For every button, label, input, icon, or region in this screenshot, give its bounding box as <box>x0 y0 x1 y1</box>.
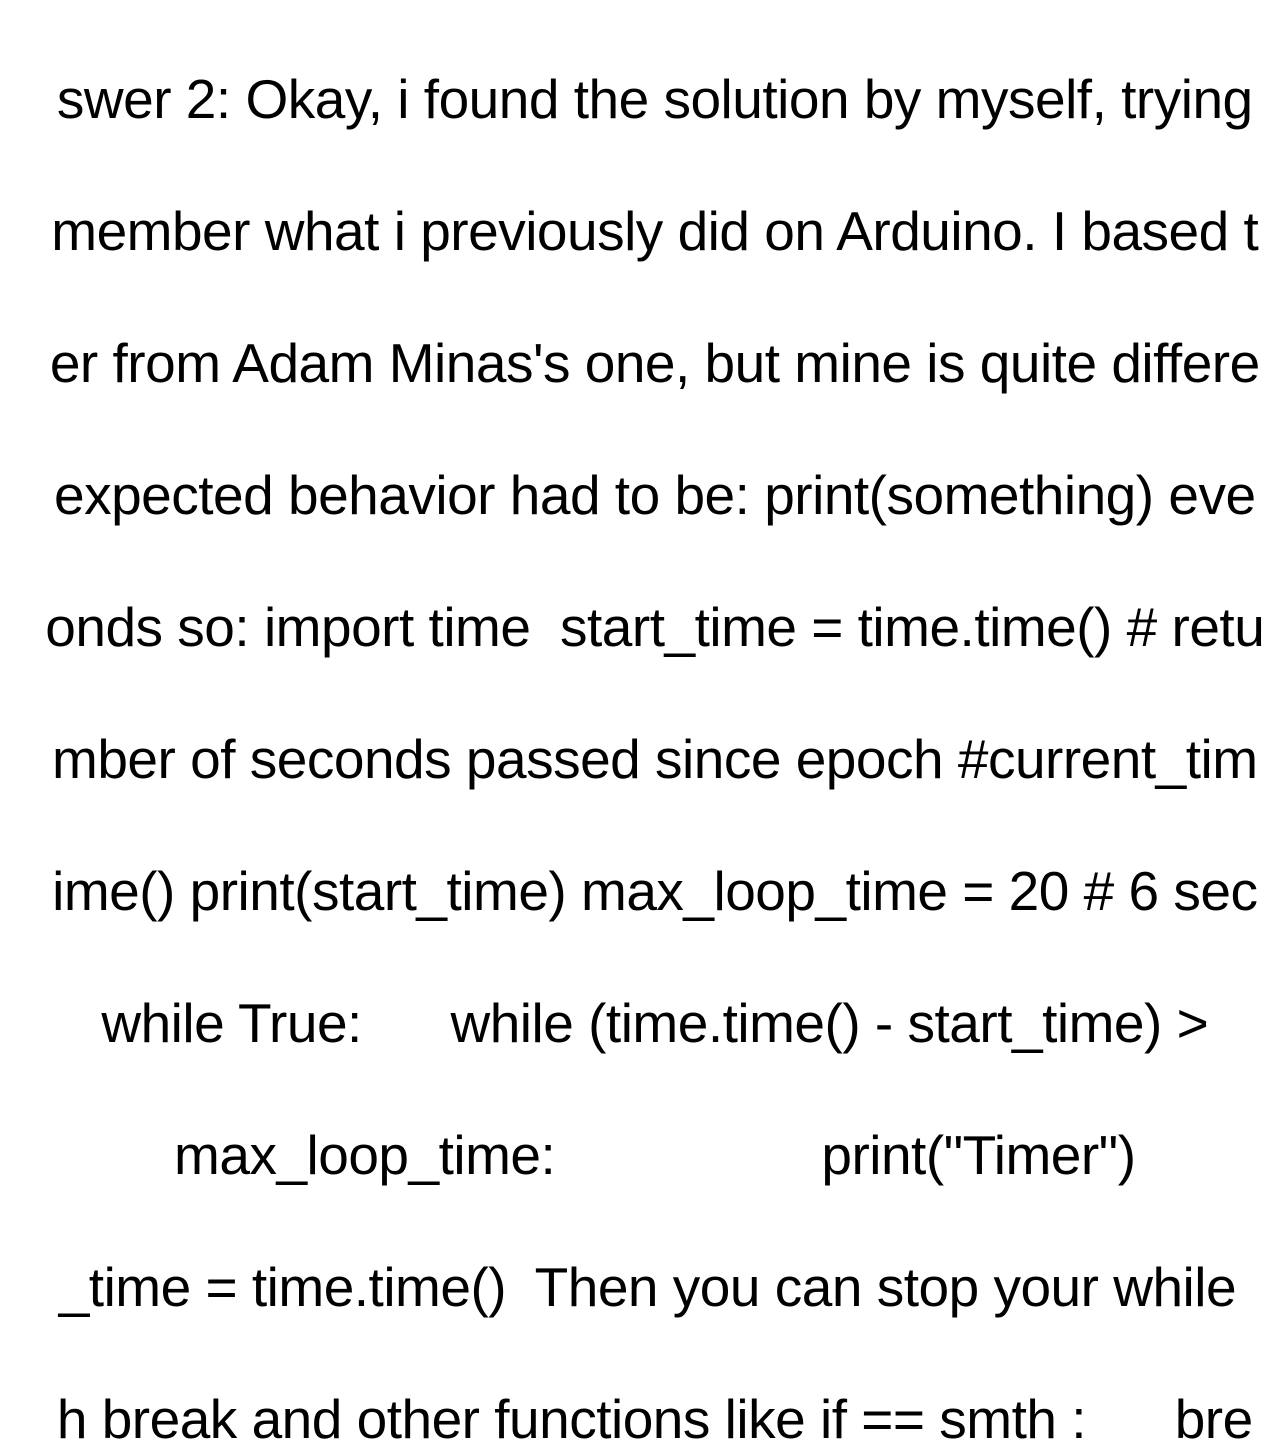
text-line-6: ime() print(start_time) max_loop_time = … <box>52 860 1257 922</box>
text-line-4: onds so: import time start_time = time.t… <box>45 596 1264 658</box>
text-line-5: mber of seconds passed since epoch #curr… <box>52 728 1258 790</box>
text-line-1: member what i previously did on Arduino.… <box>51 200 1258 262</box>
text-line-2: er from Adam Minas's one, but mine is qu… <box>50 332 1260 394</box>
text-line-7: while True: while (time.time() - start_t… <box>101 992 1208 1054</box>
text-line-9: _time = time.time() Then you can stop yo… <box>59 1256 1251 1318</box>
document-text: swer 2: Okay, i found the solution by my… <box>0 0 1280 1440</box>
text-line-8: max_loop_time: print("Timer") <box>174 1124 1135 1186</box>
text-line-0: swer 2: Okay, i found the solution by my… <box>57 68 1253 130</box>
text-line-10: h break and other functions like if == s… <box>57 1388 1253 1440</box>
text-line-3: expected behavior had to be: print(somet… <box>54 464 1256 526</box>
